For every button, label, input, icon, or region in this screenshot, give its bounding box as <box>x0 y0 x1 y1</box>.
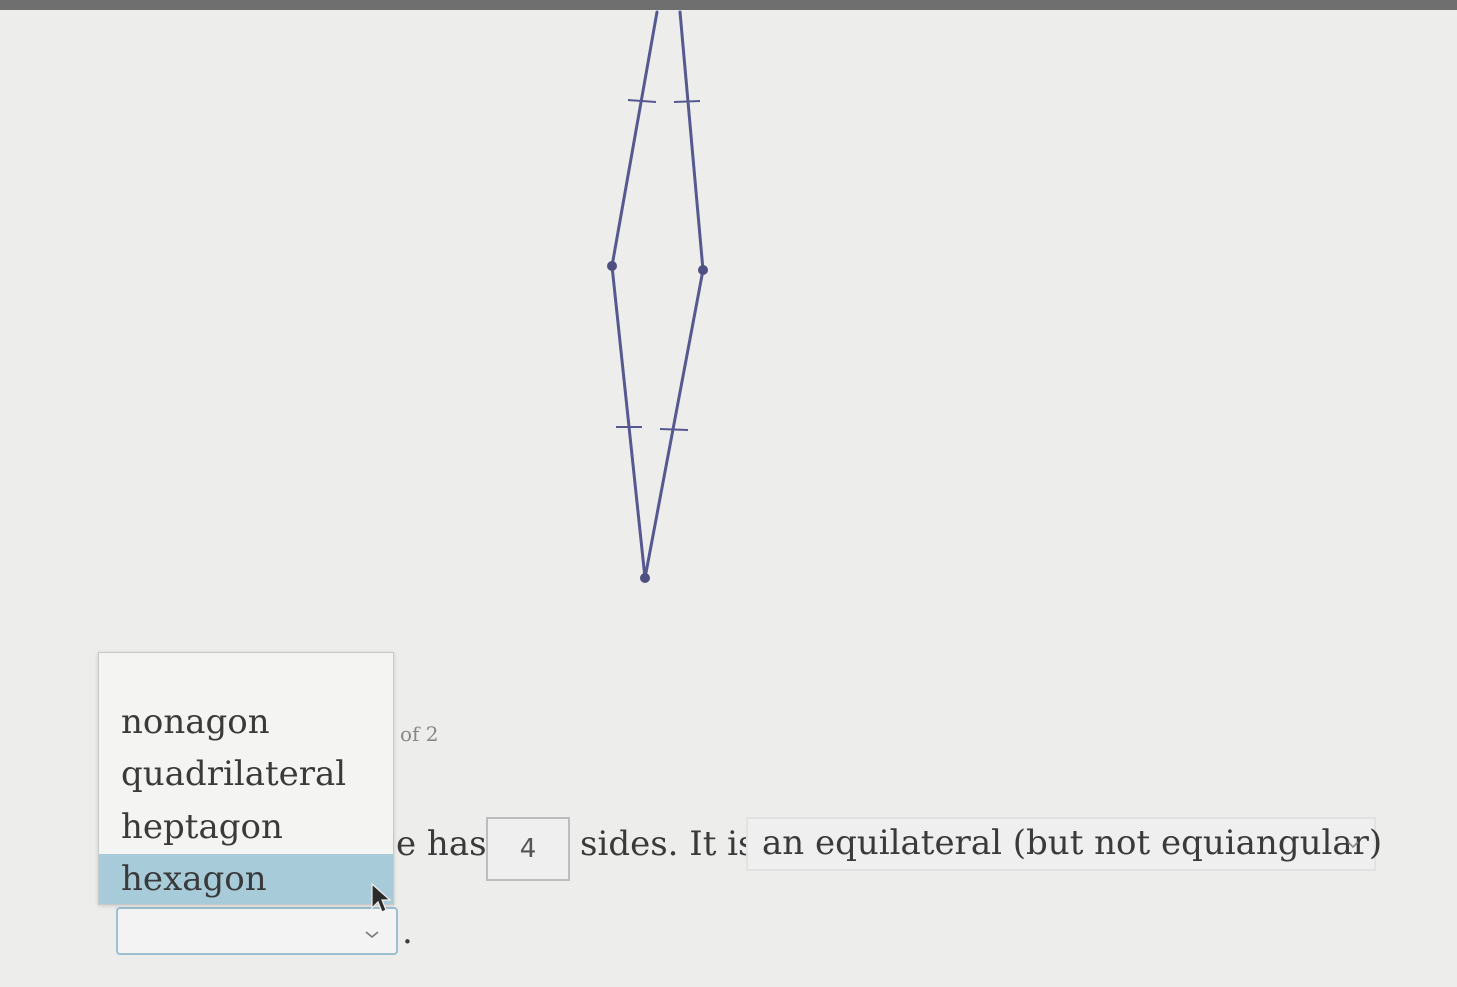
sentence-fragment-sides: sides. It is <box>580 824 756 864</box>
polygon-vertex <box>640 573 650 583</box>
dropdown-option-nonagon[interactable]: nonagon <box>99 697 393 747</box>
chevron-down-icon <box>364 925 380 944</box>
dropdown-option-heptagon[interactable]: heptagon <box>99 802 393 852</box>
shape-dropdown-list: nonagon quadrilateral heptagon hexagon <box>98 652 394 905</box>
polygon-type-value: an equilateral (but not equiangular) <box>762 823 1383 863</box>
polygon-edge <box>610 264 647 580</box>
congruence-tick-mark <box>627 99 657 103</box>
polygon-figure <box>607 10 708 583</box>
shape-name-select[interactable] <box>116 907 398 955</box>
page-indicator: of 2 <box>400 722 439 746</box>
sentence-fragment-has: e has <box>396 824 487 864</box>
congruence-tick-mark <box>673 100 701 103</box>
polygon-edge <box>678 10 705 272</box>
sentence-end: . <box>402 912 413 952</box>
dropdown-option-hexagon[interactable]: hexagon <box>99 854 393 904</box>
polygon-vertex <box>698 265 708 275</box>
sides-count-input[interactable]: 4 <box>486 817 570 881</box>
polygon-edge <box>643 268 705 580</box>
polygon-edge <box>610 10 659 268</box>
chevron-down-icon <box>1346 835 1360 854</box>
polygon-type-select[interactable]: an equilateral (but not equiangular) <box>746 817 1382 871</box>
polygon-vertex <box>607 261 617 271</box>
mouse-cursor-icon <box>370 882 396 918</box>
dropdown-option-quadrilateral[interactable]: quadrilateral <box>99 749 393 799</box>
congruence-tick-mark <box>659 428 689 431</box>
